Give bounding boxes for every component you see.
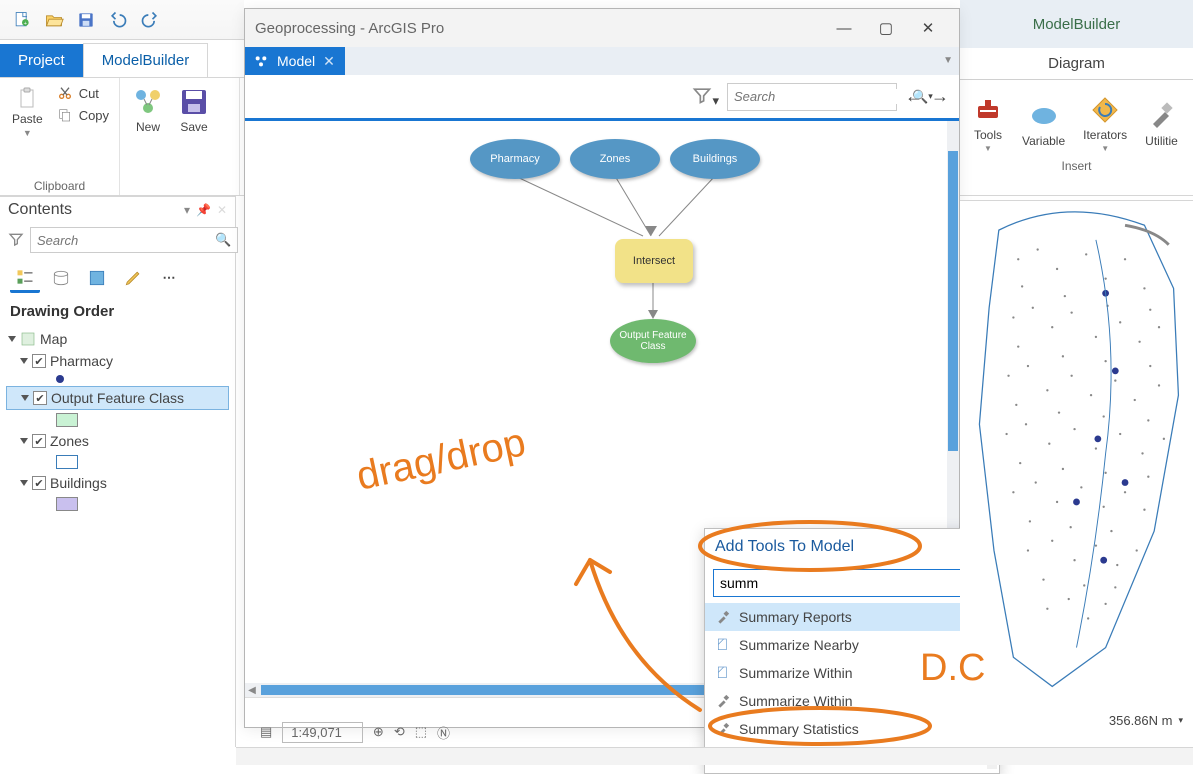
tab-modelbuilder[interactable]: ModelBuilder [83, 43, 209, 77]
close-tab-icon[interactable]: ✕ [323, 53, 335, 70]
model-input-buildings[interactable]: Buildings [670, 139, 760, 179]
symbol-pharmacy[interactable] [6, 372, 229, 386]
model-tool-intersect[interactable]: Intersect [615, 239, 693, 283]
status-coords: 356.86N m▾ [1109, 709, 1183, 731]
footer-icon[interactable]: Ⓝ [437, 723, 450, 742]
map-graphics [960, 201, 1193, 716]
footer-icon[interactable]: ⊕ [373, 724, 384, 740]
copy-button[interactable]: Copy [51, 104, 115, 126]
gp-filter-icon[interactable]: ▾ [692, 85, 719, 109]
cut-button[interactable]: Cut [51, 82, 115, 104]
tab-diagram[interactable]: Diagram [960, 48, 1193, 80]
layer-zones[interactable]: ✔Zones [6, 430, 229, 452]
ctab-selection[interactable] [82, 263, 112, 293]
qat-undo-icon[interactable] [104, 7, 132, 33]
ribbon-tabs: Project ModelBuilder [0, 40, 244, 78]
tab-project[interactable]: Project [0, 44, 83, 77]
insert-group-label: Insert [966, 157, 1187, 173]
paste-label: Paste [12, 112, 43, 126]
pane-options-icon[interactable]: ▾ [184, 203, 190, 217]
tool-item[interactable]: Summarize Within [705, 687, 999, 715]
filter-icon[interactable] [8, 231, 24, 250]
drawing-order-header: Drawing Order [0, 297, 235, 326]
utilities-button[interactable]: Utilitie [1139, 90, 1184, 157]
nav-forward-icon[interactable]: → [931, 86, 949, 107]
map-node[interactable]: Map [6, 328, 229, 350]
pane-close-icon[interactable]: ✕ [217, 203, 227, 217]
iterators-button[interactable]: Iterators▼ [1077, 90, 1133, 157]
add-tools-search[interactable]: ✕ [713, 569, 991, 597]
svg-text:+: + [24, 21, 28, 27]
model-input-zones[interactable]: Zones [570, 139, 660, 179]
ribbon-body: Paste ▼ Cut Copy Clipboard New [0, 78, 244, 196]
add-tools-popup: Add Tools To Model ✕ ✕ Summary Reports S… [704, 528, 1000, 774]
gp-tabbar: Model ✕ ▼ [245, 47, 959, 75]
contents-pane: Contents ▾ 📌 ✕ 🔍 ⋯ Drawing Order Map ✔Ph… [0, 196, 236, 747]
layer-buildings[interactable]: ✔Buildings [6, 472, 229, 494]
variable-button[interactable]: Variable [1016, 90, 1071, 157]
tools-button[interactable]: Tools▼ [966, 90, 1010, 157]
nav-back-icon[interactable]: ← [905, 86, 923, 107]
qat-save-icon[interactable] [72, 7, 100, 33]
symbol-buildings[interactable] [6, 494, 229, 514]
search-icon[interactable]: 🔍 [215, 232, 231, 248]
clipboard-group-label: Clipboard [6, 177, 113, 193]
tab-overflow-icon[interactable]: ▼ [943, 55, 953, 66]
gp-toolbar: ▾ 🔍▾ ← → [245, 75, 959, 121]
map-view[interactable] [960, 200, 1193, 747]
footer-icon[interactable]: ⟲ [394, 724, 405, 740]
ctab-list-by-drawing[interactable] [10, 263, 40, 293]
contents-search-input[interactable]: 🔍 [30, 227, 238, 253]
gp-search-input[interactable]: 🔍▾ [727, 83, 897, 111]
contents-title: Contents [8, 201, 72, 219]
ctab-edit[interactable] [118, 263, 148, 293]
chevron-down-icon: ▼ [23, 128, 32, 138]
qat-open-icon[interactable] [40, 7, 68, 33]
context-tab-modelbuilder[interactable]: ModelBuilder [960, 0, 1193, 48]
symbol-zones[interactable] [6, 452, 229, 472]
window-close-icon[interactable]: ✕ [907, 13, 949, 43]
quick-access-toolbar: + [0, 0, 244, 40]
ctab-data-source[interactable] [46, 263, 76, 293]
model-output-feature-class[interactable]: Output Feature Class [610, 319, 696, 363]
ctab-more[interactable]: ⋯ [154, 263, 184, 293]
scale-input[interactable]: 1:49,071 [282, 722, 363, 743]
tool-item[interactable]: Summary Statistics [705, 715, 999, 743]
save-label: Save [180, 120, 207, 134]
gp-tab-model[interactable]: Model ✕ [245, 47, 345, 75]
layer-output-feature-class[interactable]: ✔Output Feature Class [6, 386, 229, 410]
tool-item[interactable]: Summarize Within [705, 659, 999, 687]
gp-titlebar[interactable]: Geoprocessing - ArcGIS Pro — ▢ ✕ [245, 9, 959, 47]
cut-label: Cut [79, 86, 99, 101]
tool-item[interactable]: Summary Reports [705, 603, 999, 631]
qat-new-icon[interactable]: + [8, 7, 36, 33]
new-label: New [136, 120, 160, 134]
layer-tree: Map ✔Pharmacy ✔Output Feature Class ✔Zon… [0, 326, 235, 516]
pane-pin-icon[interactable]: 📌 [196, 203, 211, 217]
tool-item[interactable]: Summarize Nearby [705, 631, 999, 659]
symbol-ofc[interactable] [6, 410, 229, 430]
model-input-pharmacy[interactable]: Pharmacy [470, 139, 560, 179]
footer-icon[interactable]: ⬚ [415, 724, 427, 740]
window-maximize-icon[interactable]: ▢ [865, 13, 907, 43]
new-model-button[interactable]: New [126, 82, 170, 138]
gp-title-text: Geoprocessing - ArcGIS Pro [255, 20, 444, 37]
add-tools-title: Add Tools To Model [715, 538, 854, 556]
paste-button[interactable]: Paste ▼ [6, 82, 49, 142]
window-minimize-icon[interactable]: — [823, 13, 865, 43]
qat-redo-icon[interactable] [136, 7, 164, 33]
save-model-button[interactable]: Save [172, 82, 216, 138]
footer-widgets: ▤ 1:49,071 ⊕ ⟲ ⬚ Ⓝ [260, 717, 450, 747]
layer-pharmacy[interactable]: ✔Pharmacy [6, 350, 229, 372]
copy-label: Copy [79, 108, 109, 123]
statusbar [236, 747, 1193, 765]
right-ribbon: ModelBuilder Diagram Tools▼ Variable Ite… [960, 0, 1193, 200]
